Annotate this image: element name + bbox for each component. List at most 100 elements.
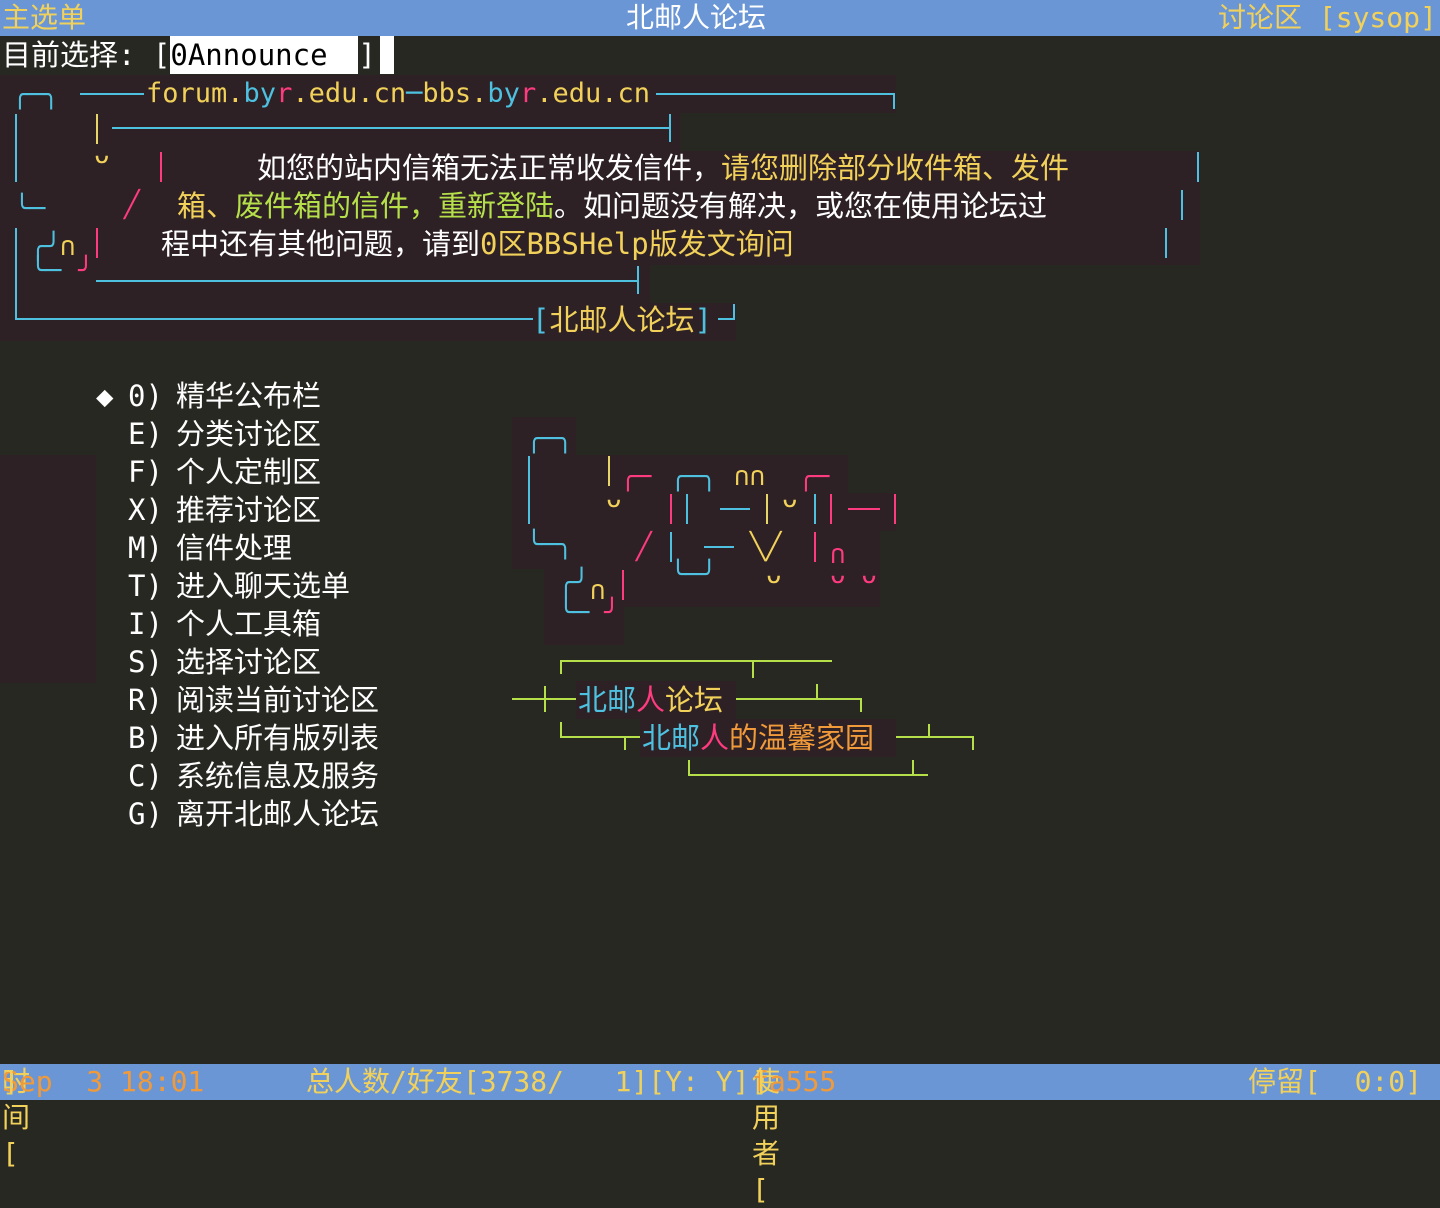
frame-bottom — [15, 318, 533, 320]
frame-bottom-end — [718, 318, 734, 320]
slogan-frame — [560, 660, 562, 674]
banner-m-stroke-2 — [96, 228, 98, 258]
frame-left-1 — [15, 114, 17, 182]
status-idle-time: 停留[ 0:0] — [1248, 1065, 1423, 1098]
menu-item-read-board[interactable]: R) 阅读当前讨论区 — [128, 681, 379, 719]
logo-arc-icon: ╱ — [636, 532, 652, 562]
logo-arc-icon: ╰─ — [558, 598, 590, 628]
logo-stroke — [622, 570, 624, 600]
menu-item-select-board[interactable]: S) 选择讨论区 — [128, 643, 321, 681]
frame-bottom-tick — [733, 304, 735, 320]
selection-label: 目前选择: [ — [2, 38, 171, 72]
status-user-count: 总人数/好友[3738/ 1][Y: Y] — [306, 1065, 750, 1098]
menu-item-announce[interactable]: 0) 精华公布栏 — [128, 377, 321, 415]
logo-arc-icon: ╭─╮ — [526, 424, 573, 454]
text-cursor — [379, 36, 394, 74]
title-bar: 主选单 北邮人论坛 讨论区 [sysop] — [0, 0, 1440, 36]
logo-curl-icon: ╭─╮ — [12, 80, 59, 110]
slogan-frame — [688, 760, 690, 774]
slogan-frame — [912, 760, 914, 774]
logo-arc-icon: ᴗ — [766, 560, 782, 590]
logo-curl-icon: ∩ — [60, 232, 76, 262]
logo-stroke — [608, 456, 610, 486]
board-indicator: 讨论区 [sysop] — [1218, 1, 1437, 34]
menu-item-categories[interactable]: E) 分类讨论区 — [128, 415, 321, 453]
slogan-frame — [560, 660, 832, 662]
logo-stroke — [686, 494, 688, 524]
logo-stroke — [894, 494, 896, 524]
logo-arc-icon: ╭─╮ — [670, 462, 717, 492]
logo-arc-icon: ╰─╮ — [526, 530, 573, 560]
frame-right-1 — [1197, 152, 1199, 182]
frame-top-left — [80, 93, 144, 95]
slogan-frame — [624, 736, 626, 750]
logo-stroke — [830, 494, 832, 524]
slogan-line-1: 北邮人论坛 — [578, 683, 724, 717]
frame-top-right — [656, 93, 894, 95]
banner-m-stroke — [160, 152, 162, 182]
slogan-line-2: 北邮人的温馨家园 — [642, 721, 875, 755]
logo-stroke — [814, 494, 816, 524]
frame-inner-bottom — [96, 280, 638, 282]
menu-item-logout[interactable]: G) 离开北邮人论坛 — [128, 795, 379, 833]
menu-item-toolbox[interactable]: I) 个人工具箱 — [128, 605, 321, 643]
logo-stroke — [848, 508, 880, 510]
frame-left-2 — [15, 228, 17, 318]
slogan-frame — [736, 698, 862, 700]
slogan-frame — [816, 684, 818, 700]
logo-arc-icon: ╭╯ — [558, 568, 590, 598]
slogan-frame — [928, 724, 930, 738]
logo-curl-icon: ᴗ — [94, 140, 110, 170]
logo-stroke — [670, 494, 672, 524]
banner-signature: [北邮人论坛] — [532, 303, 712, 337]
logo-curl-icon: ╱ — [124, 190, 140, 220]
frame-top-right-tick — [893, 93, 895, 109]
banner-text-line2: 箱、废件箱的信件，重新登陆。如问题没有解决，或您在使用论坛过 — [177, 189, 1048, 223]
logo-stroke — [704, 546, 734, 548]
slogan-frame — [972, 736, 974, 750]
menu-item-chat[interactable]: T) 进入聊天选单 — [128, 567, 350, 605]
menu-item-mail[interactable]: M) 信件处理 — [128, 529, 292, 567]
logo-curl-icon: ╰─ — [14, 194, 46, 224]
banner-text-line1: 如您的站内信箱无法正常收发信件，请您删除部分收件箱、发件 — [257, 151, 1070, 185]
slogan-frame — [560, 722, 562, 736]
logo-stroke — [528, 456, 530, 524]
logo-stroke — [670, 532, 672, 562]
frame-right-2 — [1181, 190, 1183, 220]
banner-text-line3: 程中还有其他问题，请到0区BBSHelp版发文询问 — [161, 227, 794, 261]
logo-arc-icon: ╯ — [604, 598, 620, 628]
logo-arc-icon: ╭─ — [798, 462, 830, 492]
logo-arc-icon: ᴗ — [782, 484, 798, 514]
frame-inner-top-tick — [669, 114, 671, 142]
slogan-frame — [544, 686, 546, 712]
selection-close: ] — [358, 38, 376, 72]
logo-arc-icon: ╰─╯ — [670, 560, 717, 590]
logo-stroke — [814, 532, 816, 562]
logo-stroke — [766, 494, 768, 524]
logo-arc-icon: ╭─ — [620, 462, 652, 492]
frame-right-3 — [1165, 228, 1167, 258]
logo-curl-icon: ╰─ — [30, 256, 62, 286]
slogan-frame — [896, 736, 974, 738]
status-bar: 时间[Sep 3 18:01] 总人数/好友[3738/ 1][Y: Y] 使用… — [0, 1064, 1440, 1206]
slogan-frame — [688, 774, 928, 776]
menu-item-favorites[interactable]: F) 个人定制区 — [128, 453, 321, 491]
site-title: 北邮人论坛 — [626, 1, 767, 34]
menu-cursor-icon: ◆ — [96, 379, 114, 413]
slogan-frame — [860, 698, 862, 712]
banner-url: forum.byr.edu.cn─bbs.byr.edu.cn — [146, 78, 650, 109]
frame-inner-bottom-tick — [637, 266, 639, 294]
menu-item-all-boards[interactable]: B) 进入所有版列表 — [128, 719, 379, 757]
menu-item-system-info[interactable]: C) 系统信息及服务 — [128, 757, 379, 795]
logo-arc-icon: ╲╱ — [750, 532, 782, 562]
logo-arc-icon: ᴗ ᴗ — [830, 560, 877, 590]
menu-title: 主选单 — [2, 1, 87, 34]
menu-item-recommended[interactable]: X) 推荐讨论区 — [128, 491, 321, 529]
logo-bg-3 — [512, 493, 896, 531]
logo-arc-icon: ∩∩ — [734, 462, 766, 492]
selection-input[interactable]: 0Announce — [170, 36, 359, 74]
menu-side-shade — [0, 455, 96, 683]
logo-curl-icon: ╯ — [78, 256, 94, 286]
logo-stroke — [720, 508, 750, 510]
slogan-frame — [560, 736, 640, 738]
